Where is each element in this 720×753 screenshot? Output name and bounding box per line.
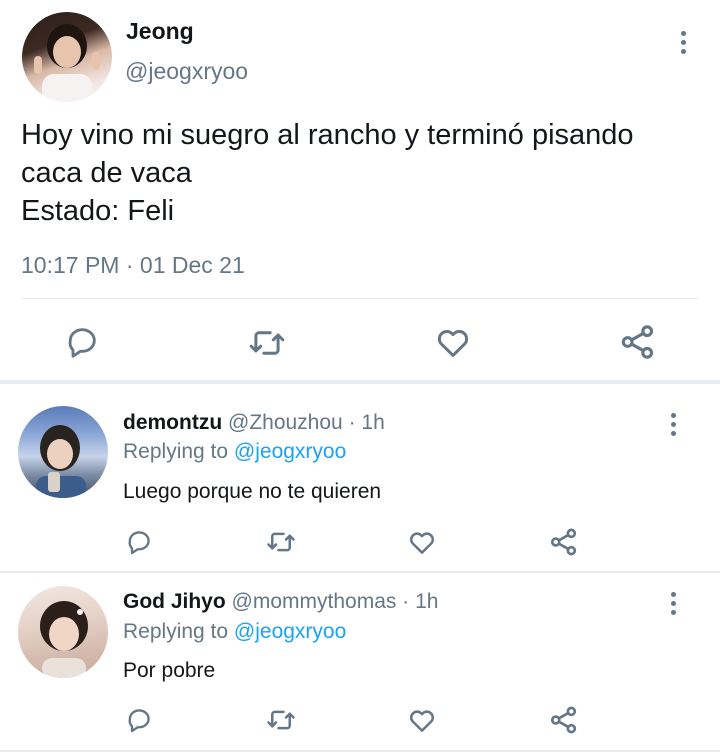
reply-separator: · [348, 411, 356, 434]
tweet-timestamp[interactable]: 10:17 PM · 01 Dec 21 [21, 252, 245, 279]
reply-header: demontzu @Zhouzhou · 1h [123, 411, 385, 435]
reply-header: God Jihyo @mommythomas · 1h [123, 590, 438, 614]
tweet-time: 10:17 PM [21, 252, 120, 278]
replying-to: Replying to @jeogxryoo [123, 440, 346, 464]
replying-to-prefix: Replying to [123, 620, 229, 643]
tweet-text-line: Hoy vino mi suegro al rancho y terminó p… [21, 119, 634, 151]
reply-handle[interactable]: @Zhouzhou [228, 411, 343, 434]
reply-icon[interactable] [64, 324, 100, 360]
main-display-name[interactable]: Jeong [126, 18, 194, 45]
reply-handle[interactable]: @mommythomas [232, 590, 397, 613]
section-divider [0, 380, 720, 384]
reply-separator: · [402, 590, 410, 613]
main-handle[interactable]: @jeogxryoo [125, 58, 248, 85]
retweet-icon[interactable] [266, 705, 296, 735]
replying-to: Replying to @jeogxryoo [123, 620, 346, 644]
share-icon[interactable] [548, 704, 580, 736]
retweet-icon[interactable] [266, 527, 296, 557]
reply-text: Por pobre [123, 659, 216, 682]
reply-display-name[interactable]: God Jihyo [123, 590, 226, 613]
more-options-icon[interactable] [669, 413, 677, 436]
tweet-text-line: Estado: Feli [21, 195, 175, 227]
reply-icon[interactable] [125, 528, 153, 556]
reply-text: Luego porque no te quieren [123, 480, 382, 503]
replying-to-handle-link[interactable]: @jeogxryoo [234, 440, 346, 463]
reply-age[interactable]: 1h [415, 590, 438, 613]
like-icon[interactable] [407, 527, 437, 557]
more-options-icon[interactable] [669, 592, 677, 615]
reply-display-name[interactable]: demontzu [123, 411, 222, 434]
more-options-icon[interactable] [679, 31, 687, 54]
divider [0, 571, 720, 573]
replying-to-handle-link[interactable]: @jeogxryoo [234, 620, 346, 643]
reply-icon[interactable] [125, 706, 153, 734]
like-icon[interactable] [434, 323, 472, 361]
avatar-god-jihyo[interactable] [18, 586, 108, 678]
replying-to-prefix: Replying to [123, 440, 229, 463]
avatar-jeong[interactable] [22, 12, 112, 102]
divider [21, 298, 699, 299]
main-tweet-text: Hoy vino mi suegro al rancho y terminó p… [21, 116, 634, 230]
retweet-icon[interactable] [248, 324, 286, 362]
timestamp-separator: · [125, 252, 134, 278]
share-icon[interactable] [548, 526, 580, 558]
tweet-text-line: caca de vaca [21, 157, 192, 189]
reply-age[interactable]: 1h [361, 411, 384, 434]
tweet-date: 01 Dec 21 [139, 252, 245, 278]
avatar-demontzu[interactable] [18, 406, 108, 498]
divider [0, 750, 720, 752]
share-icon[interactable] [618, 322, 658, 362]
like-icon[interactable] [407, 705, 437, 735]
